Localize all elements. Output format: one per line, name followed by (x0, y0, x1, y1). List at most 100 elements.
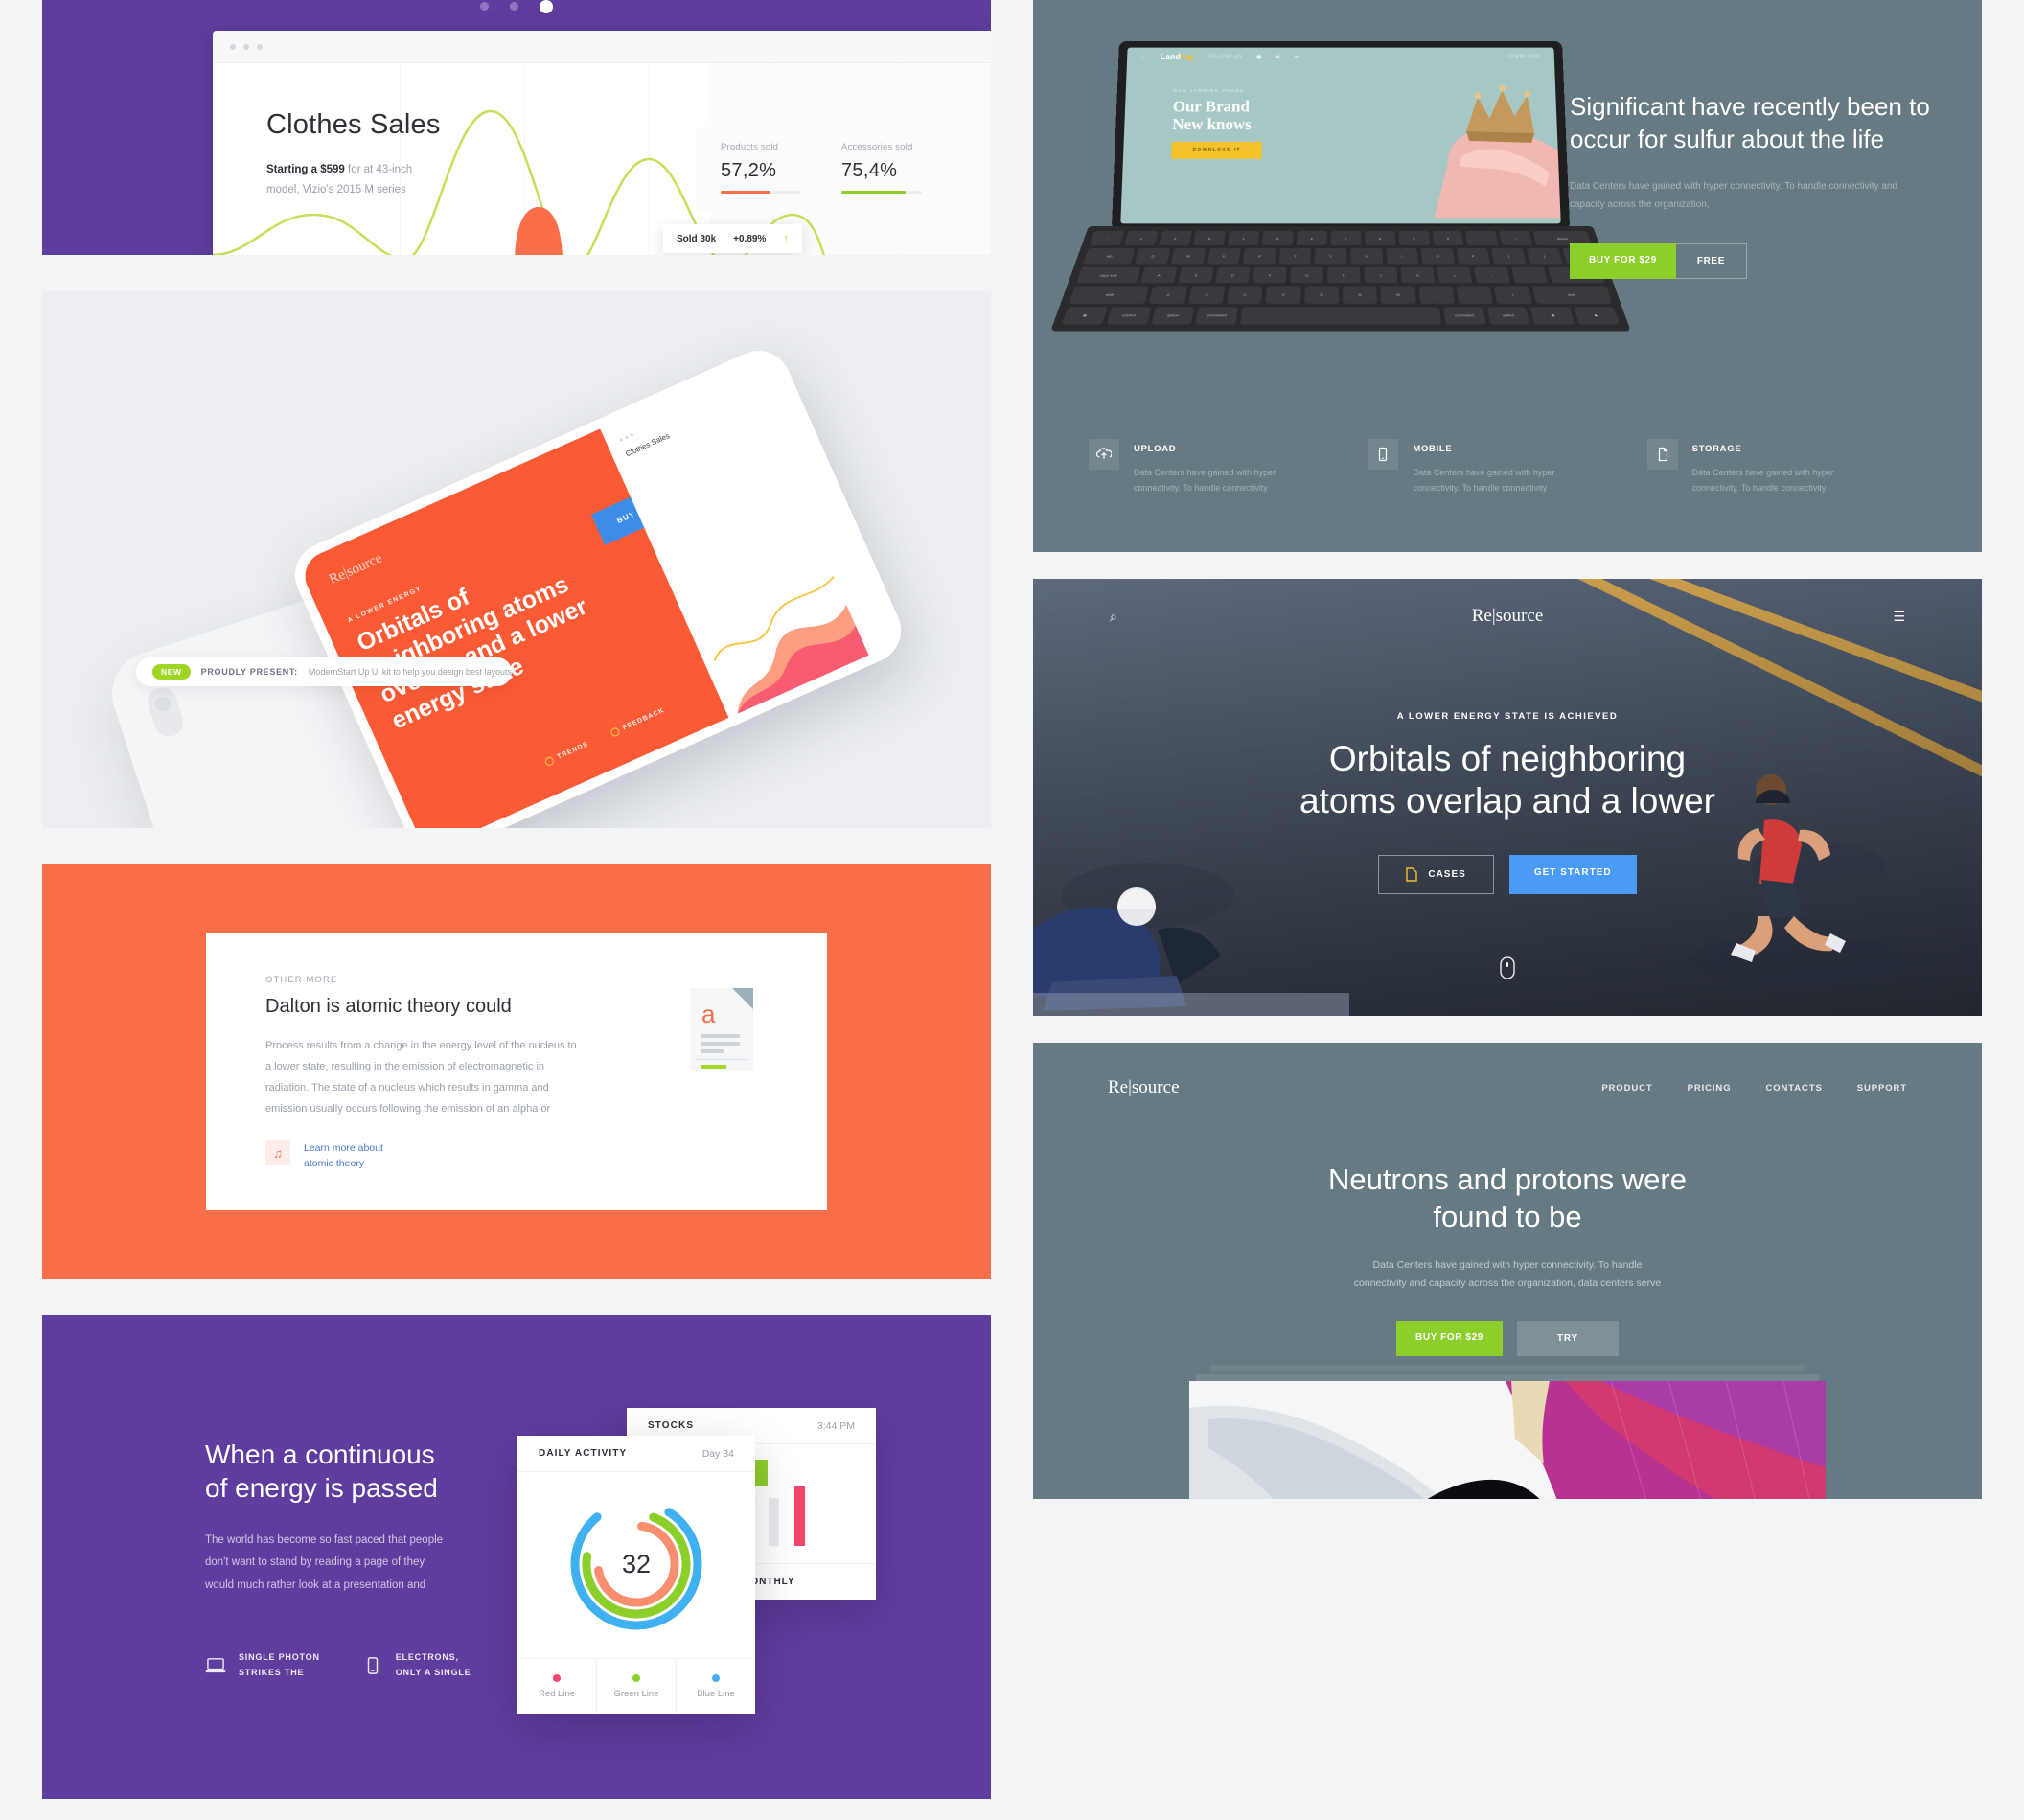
key[interactable]: U (1350, 248, 1383, 265)
key[interactable]: ] (1526, 248, 1563, 265)
nav-link-product[interactable]: PRODUCT (1601, 1083, 1652, 1094)
key-command-right[interactable]: command (1443, 306, 1486, 325)
key[interactable]: ~ (1089, 231, 1125, 246)
bottom-try-button[interactable]: TRY (1516, 1321, 1619, 1357)
key[interactable]: J (1364, 266, 1398, 284)
key[interactable]: A (1139, 266, 1178, 284)
key[interactable]: 4 (1227, 231, 1260, 246)
key[interactable]: 5 (1261, 231, 1294, 246)
panel-title: Clothes Sales (624, 431, 672, 459)
key[interactable]: Y (1314, 248, 1347, 265)
nav-link-contacts[interactable]: CONTACTS (1765, 1083, 1822, 1094)
tablet-keyboard[interactable]: ~1234567890-=delete tabQWERTYUIOP[]\ cap… (1050, 226, 1631, 332)
carousel-dot-active[interactable] (540, 0, 553, 13)
key[interactable]: ; (1474, 266, 1510, 284)
key-tab[interactable]: tab (1083, 248, 1136, 265)
key[interactable]: 8 (1364, 231, 1396, 246)
key[interactable]: P (1456, 248, 1491, 265)
window-dot-max[interactable] (257, 43, 263, 50)
get-started-button[interactable]: GET STARTED (1508, 854, 1637, 894)
download-label[interactable]: DOWNLOAD (1506, 54, 1541, 59)
dribbble-icon[interactable]: ◉ (1256, 53, 1262, 60)
key[interactable]: T (1278, 248, 1312, 265)
key[interactable]: . (1456, 286, 1494, 304)
key[interactable]: S (1177, 266, 1214, 284)
key[interactable]: - (1465, 231, 1499, 246)
key[interactable]: Z (1149, 286, 1187, 304)
window-dot-close[interactable] (230, 43, 236, 50)
key-space[interactable] (1240, 306, 1441, 325)
scroll-hint[interactable] (1033, 956, 1982, 983)
tablet-download-button[interactable]: DOWNLOAD IT (1171, 141, 1263, 159)
key[interactable]: C (1227, 286, 1263, 304)
key[interactable]: N (1343, 286, 1378, 304)
nav-link-support[interactable]: SUPPORT (1857, 1083, 1907, 1094)
key[interactable]: = (1499, 231, 1533, 246)
key[interactable]: 1 (1123, 231, 1159, 246)
key-shift-right[interactable]: shift (1531, 286, 1613, 304)
key[interactable]: F (1253, 266, 1287, 284)
bottom-buy-button[interactable]: BUY FOR $29 (1396, 1321, 1503, 1357)
key-arrow[interactable]: ◀ (1530, 306, 1576, 325)
window-dot-min[interactable] (243, 43, 249, 50)
key[interactable]: O (1420, 248, 1455, 265)
nav-link-pricing[interactable]: PRICING (1688, 1083, 1732, 1094)
bottom-headline: Neutrons and protons were found to be (1033, 1162, 1982, 1236)
free-button[interactable]: FREE (1675, 242, 1747, 279)
key-caps[interactable]: caps lock (1076, 266, 1141, 284)
key[interactable]: 9 (1397, 231, 1431, 246)
road-headline-1: Orbitals of neighboring (1328, 739, 1687, 778)
back-arrow-icon[interactable]: ← (1140, 54, 1147, 60)
bar (769, 1498, 779, 1546)
key[interactable]: / (1494, 286, 1532, 304)
twitter-icon[interactable]: ☯ (1276, 53, 1281, 60)
behance-icon[interactable]: ∞ (1295, 54, 1300, 60)
key[interactable]: D (1214, 266, 1251, 284)
key[interactable]: W (1170, 248, 1207, 265)
key[interactable]: , (1418, 286, 1455, 304)
key[interactable]: X (1187, 286, 1226, 304)
carousel-dot[interactable] (510, 2, 518, 11)
key-globe[interactable]: ◉ (1061, 306, 1108, 325)
key[interactable]: 3 (1192, 231, 1226, 246)
key-option-right[interactable]: option (1486, 306, 1531, 325)
banner-text: ModernStart Up Ui kit to help you design… (308, 667, 512, 677)
key[interactable]: M (1380, 286, 1416, 304)
key[interactable]: 2 (1158, 231, 1192, 246)
key[interactable]: L (1437, 266, 1473, 284)
key-shift[interactable]: shift (1069, 286, 1150, 304)
daily-legend: Red Line Green Line Blue Line (518, 1658, 755, 1714)
carousel-dots-top[interactable] (42, 0, 991, 13)
phone-link-feedback[interactable]: FEEDBACK (609, 706, 666, 738)
key[interactable]: H (1327, 266, 1361, 284)
learn-more-link[interactable]: Learn more about atomic theory (304, 1140, 383, 1172)
search-icon[interactable]: ⌕ (1110, 609, 1129, 625)
key-arrow[interactable]: ▶ (1574, 306, 1621, 325)
key[interactable]: B (1303, 286, 1339, 304)
buy-button[interactable]: BUY FOR $29 (1570, 242, 1676, 279)
key[interactable]: [ (1491, 248, 1527, 265)
key[interactable]: ' (1510, 266, 1548, 284)
key[interactable]: I (1385, 248, 1419, 265)
hamburger-menu-icon[interactable]: ☰ (1886, 609, 1905, 625)
key[interactable]: K (1400, 266, 1436, 284)
key[interactable]: E (1207, 248, 1241, 265)
key[interactable]: V (1265, 286, 1301, 304)
learn-more-block[interactable]: ♫ Learn more about atomic theory (265, 1140, 664, 1172)
key[interactable]: 7 (1330, 231, 1362, 246)
key[interactable]: R (1242, 248, 1276, 265)
key[interactable]: 6 (1296, 231, 1327, 246)
key[interactable]: 0 (1432, 231, 1464, 246)
key[interactable]: Q (1135, 248, 1171, 265)
phone-link-trends[interactable]: TRENDS (543, 740, 589, 768)
legend-item-blue: Blue Line (676, 1659, 755, 1714)
keyboard-row: tabQWERTYUIOP[]\ (1083, 248, 1598, 265)
key[interactable]: G (1290, 266, 1324, 284)
key-option[interactable]: option (1150, 306, 1195, 325)
cases-button[interactable]: CASES (1378, 854, 1494, 894)
carousel-dot[interactable] (480, 2, 489, 11)
announcement-banner[interactable]: NEW PROUDLY PRESENT: ModernStart Up Ui k… (136, 657, 512, 686)
key-control[interactable]: control (1106, 306, 1151, 325)
key-command[interactable]: command (1195, 306, 1238, 325)
laptop-icon (205, 1658, 226, 1673)
